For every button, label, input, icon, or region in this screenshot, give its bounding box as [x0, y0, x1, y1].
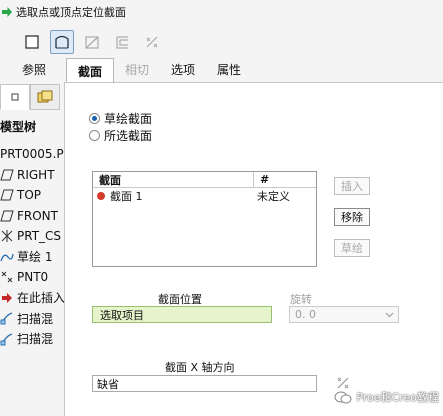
blend-tangent-icon[interactable]: [140, 30, 164, 54]
surface-icon[interactable]: [50, 30, 74, 54]
tree-item-label: PRT_CS: [17, 229, 62, 244]
model-tree-tab[interactable]: [0, 84, 30, 110]
table-row[interactable]: 截面 1 未定义: [93, 188, 316, 204]
radio-selected-section[interactable]: 所选截面: [89, 127, 152, 144]
radio-button[interactable]: [89, 130, 100, 141]
tab-references[interactable]: 参照: [0, 58, 66, 81]
coordinate-system-icon: [0, 229, 14, 243]
watermark: Proe和Creo教程: [334, 389, 439, 405]
solid-icon[interactable]: [20, 30, 44, 54]
x-axis-direction-value: 缺省: [97, 377, 119, 391]
tab-options[interactable]: 选项: [160, 58, 206, 81]
sketch-button[interactable]: 草绘: [334, 239, 370, 257]
swept-blend-icon: [0, 311, 14, 325]
insert-button[interactable]: 插入: [334, 177, 370, 195]
x-axis-direction-label: 截面 X 轴方向: [165, 361, 235, 374]
rotation-value: 0. 0: [295, 308, 316, 321]
datum-plane-icon: [0, 209, 14, 223]
section-name: 截面 1: [110, 190, 143, 203]
tree-item-label: PNT0: [17, 270, 49, 285]
dashboard-tabs: 参照 截面 相切 选项 属性: [0, 58, 252, 83]
tree-item-label: RIGHT: [17, 167, 55, 182]
sweep-toolbar: [20, 30, 164, 56]
tree-item-label: PRT0005.P: [0, 147, 64, 162]
section-location-collector[interactable]: 选取项目: [92, 306, 272, 323]
tree-item-point[interactable]: PNT0: [0, 267, 64, 288]
chevron-down-icon: [385, 312, 394, 318]
sections-panel: 草绘截面 所选截面 截面 # 截面 1 未定义 插入 移除 草绘 截面位置 选取…: [64, 82, 443, 416]
navigator-tabs: [0, 84, 64, 112]
model-tree: PRT0005.P RIGHT TOP FRONT PRT_CS 草绘 1 PN…: [0, 144, 64, 349]
tree-item-swept-blend-2[interactable]: 扫描混: [0, 329, 64, 350]
rotation-field[interactable]: 0. 0: [289, 306, 399, 323]
section-status-cell: 未定义: [257, 190, 290, 203]
undefined-status-icon: [97, 192, 105, 200]
tree-item-csys[interactable]: PRT_CS: [0, 226, 64, 247]
tab-sections[interactable]: 截面: [66, 58, 115, 83]
tree-item-label: TOP: [17, 188, 42, 203]
radio-sketched-section[interactable]: 草绘截面: [89, 110, 152, 127]
tab-tangency[interactable]: 相切: [114, 58, 160, 81]
wechat-icon: [334, 391, 352, 403]
tree-item-top[interactable]: TOP: [0, 185, 64, 206]
sections-table: 截面 # 截面 1 未定义: [92, 171, 317, 267]
tree-item-label: 扫描混: [17, 332, 54, 347]
x-axis-direction-collector[interactable]: 缺省: [92, 375, 317, 392]
section-location-label: 截面位置: [158, 293, 202, 306]
tree-item-label: 扫描混: [17, 311, 54, 326]
section-name-cell: 截面 1: [93, 188, 253, 204]
tree-item-front[interactable]: FRONT: [0, 206, 64, 227]
tree-item-label: FRONT: [17, 208, 58, 223]
datum-point-icon: [0, 270, 14, 284]
thicken-icon[interactable]: [110, 30, 134, 54]
datum-plane-icon: [0, 168, 14, 182]
watermark-text: Proe和Creo教程: [356, 391, 439, 404]
radio-label: 草绘截面: [104, 112, 153, 126]
remove-material-icon[interactable]: [80, 30, 104, 54]
tree-item-sketch[interactable]: 草绘 1: [0, 247, 64, 268]
rotation-label: 旋转: [290, 293, 312, 306]
tree-item-label: 草绘 1: [17, 250, 53, 265]
remove-button[interactable]: 移除: [334, 208, 370, 226]
model-tree-title: 模型树: [0, 120, 37, 134]
section-location-value: 选取项目: [100, 308, 144, 322]
tree-item-label: 在此插入: [17, 291, 64, 306]
insert-arrow-icon: [0, 291, 14, 305]
radio-button[interactable]: [89, 113, 100, 124]
arrow-icon: [2, 7, 12, 17]
sketch-icon: [0, 250, 14, 264]
datum-plane-icon: [0, 188, 14, 202]
tree-item-part[interactable]: PRT0005.P: [0, 144, 64, 165]
prompt-message: 选取点或顶点定位截面: [2, 3, 126, 21]
swept-blend-icon: [0, 332, 14, 346]
tree-item-insert-here[interactable]: 在此插入: [0, 288, 64, 309]
column-header-section: 截面: [93, 172, 254, 187]
folder-browser-tab[interactable]: [30, 84, 60, 110]
tree-item-swept-blend-1[interactable]: 扫描混: [0, 308, 64, 329]
column-header-hash: #: [260, 173, 270, 186]
radio-label: 所选截面: [104, 129, 153, 143]
tree-item-right[interactable]: RIGHT: [0, 165, 64, 186]
tab-properties[interactable]: 属性: [206, 58, 252, 81]
prompt-text: 选取点或顶点定位截面: [16, 6, 126, 19]
table-header: 截面 #: [93, 172, 316, 188]
